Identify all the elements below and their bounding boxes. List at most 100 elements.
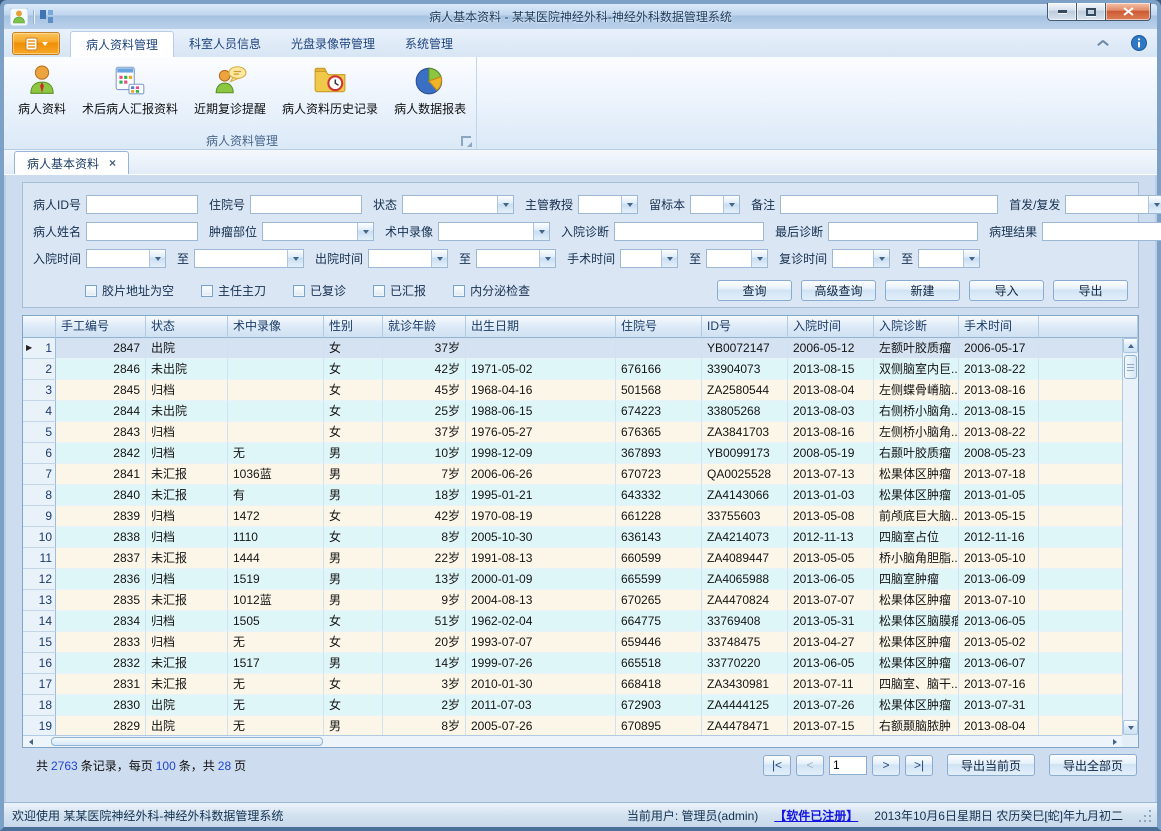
cell-id-no[interactable]: 33755603 [702, 506, 788, 527]
row-header[interactable]: ▶1 [23, 338, 56, 359]
cell-status[interactable]: 未汇报 [146, 590, 228, 611]
cell-birth-date[interactable]: 1970-08-19 [466, 506, 616, 527]
cell-status[interactable]: 归档 [146, 632, 228, 653]
maximize-button[interactable] [1077, 3, 1105, 21]
cell-gender[interactable]: 女 [324, 338, 383, 359]
export-current-page-button[interactable]: 导出当前页 [947, 754, 1035, 776]
cell-status[interactable]: 归档 [146, 569, 228, 590]
cell-id-no[interactable]: 33904073 [702, 359, 788, 380]
cell-birth-date[interactable]: 1962-02-04 [466, 611, 616, 632]
cell-id-no[interactable]: 33748475 [702, 632, 788, 653]
ribbon-button-history-records[interactable]: 病人资料历史记录 [274, 59, 386, 119]
cell-birth-date[interactable]: 2005-07-26 [466, 716, 616, 737]
scroll-up-button[interactable] [1123, 338, 1138, 353]
row-header[interactable]: 7 [23, 464, 56, 485]
import-button[interactable]: 导入 [969, 280, 1044, 301]
column-header-inpatient-no[interactable]: 住院号 [616, 316, 702, 338]
dropdown-arrow-icon[interactable] [287, 250, 303, 267]
cell-intraop-video[interactable] [228, 422, 324, 443]
tab-close-icon[interactable]: × [109, 157, 116, 169]
cell-surgery-date[interactable]: 2013-08-04 [959, 716, 1039, 737]
cell-birth-date[interactable]: 1999-07-26 [466, 653, 616, 674]
table-row[interactable]: 12 2836 归档 1519 男 13岁 2000-01-09 665599 … [23, 569, 1138, 590]
cell-visit-age[interactable]: 13岁 [383, 569, 466, 590]
row-header[interactable]: 18 [23, 695, 56, 716]
cell-gender[interactable]: 男 [324, 485, 383, 506]
cell-surgery-date[interactable]: 2013-08-22 [959, 422, 1039, 443]
pager-prev-button[interactable]: < [796, 755, 824, 776]
table-row[interactable]: 18 2830 出院 无 女 2岁 2011-07-03 672903 ZA44… [23, 695, 1138, 716]
cell-admission-date[interactable]: 2013-05-08 [788, 506, 874, 527]
cell-surgery-date[interactable]: 2012-11-16 [959, 527, 1039, 548]
row-header[interactable]: 6 [23, 443, 56, 464]
patient-id-input[interactable] [86, 195, 198, 214]
dropdown-arrow-icon[interactable] [1148, 196, 1161, 213]
ribbon-button-patient-info[interactable]: 病人资料 [10, 59, 74, 119]
cell-manual-no[interactable]: 2831 [56, 674, 146, 695]
cell-manual-no[interactable]: 2833 [56, 632, 146, 653]
ribbon-button-postop-report-data[interactable]: 术后病人汇报资料 [74, 59, 186, 119]
cell-inpatient-no[interactable]: 661228 [616, 506, 702, 527]
dropdown-arrow-icon[interactable] [661, 250, 677, 267]
cell-manual-no[interactable]: 2842 [56, 443, 146, 464]
column-header-manual-no[interactable]: 手工编号 [56, 316, 146, 338]
minimize-button[interactable] [1047, 3, 1077, 21]
cell-manual-no[interactable]: 2847 [56, 338, 146, 359]
table-row[interactable]: 5 2843 归档 女 37岁 1976-05-27 676365 ZA3841… [23, 422, 1138, 443]
checkbox-film-address-empty[interactable]: 胶片地址为空 [85, 282, 174, 299]
dropdown-arrow-icon[interactable] [873, 250, 889, 267]
cell-admission-date[interactable]: 2013-05-31 [788, 611, 874, 632]
cell-visit-age[interactable]: 42岁 [383, 359, 466, 380]
cell-gender[interactable]: 男 [324, 548, 383, 569]
admission-time-to-combo[interactable] [194, 249, 304, 268]
cell-id-no[interactable]: ZA3430981 [702, 674, 788, 695]
cell-admission-diagnosis[interactable]: 双侧脑室内巨... [874, 359, 959, 380]
cell-birth-date[interactable]: 1991-08-13 [466, 548, 616, 569]
cell-admission-date[interactable]: 2013-08-16 [788, 422, 874, 443]
row-header[interactable]: 8 [23, 485, 56, 506]
cell-manual-no[interactable]: 2845 [56, 380, 146, 401]
cell-intraop-video[interactable]: 1110 [228, 527, 324, 548]
pathology-result-input[interactable] [1042, 222, 1161, 241]
column-header-id-no[interactable]: ID号 [702, 316, 788, 338]
cell-inpatient-no[interactable]: 672903 [616, 695, 702, 716]
table-row[interactable]: ▶1 2847 出院 女 37岁 YB0072147 2006-05-12 左额… [23, 338, 1138, 359]
cell-inpatient-no[interactable]: 670895 [616, 716, 702, 737]
cell-status[interactable]: 归档 [146, 611, 228, 632]
cell-admission-diagnosis[interactable]: 右侧桥小脑角... [874, 401, 959, 422]
table-row[interactable]: 8 2840 未汇报 有 男 18岁 1995-01-21 643332 ZA4… [23, 485, 1138, 506]
cell-admission-date[interactable]: 2013-06-05 [788, 569, 874, 590]
cell-surgery-date[interactable]: 2013-07-10 [959, 590, 1039, 611]
table-row[interactable]: 4 2844 未出院 女 25岁 1988-06-15 674223 33805… [23, 401, 1138, 422]
row-header[interactable]: 2 [23, 359, 56, 380]
column-header-admission-diagnosis[interactable]: 入院诊断 [874, 316, 959, 338]
cell-inpatient-no[interactable]: 676166 [616, 359, 702, 380]
cell-intraop-video[interactable]: 有 [228, 485, 324, 506]
scroll-left-button[interactable] [24, 737, 37, 747]
tab-system-management[interactable]: 系统管理 [390, 31, 468, 57]
cell-admission-date[interactable]: 2013-06-05 [788, 653, 874, 674]
cell-inpatient-no[interactable]: 501568 [616, 380, 702, 401]
cell-intraop-video[interactable] [228, 359, 324, 380]
cell-intraop-video[interactable]: 无 [228, 443, 324, 464]
cell-birth-date[interactable]: 1988-06-15 [466, 401, 616, 422]
cell-admission-diagnosis[interactable]: 松果体区肿瘤 [874, 464, 959, 485]
cell-intraop-video[interactable]: 无 [228, 716, 324, 737]
cell-intraop-video[interactable]: 1472 [228, 506, 324, 527]
cell-visit-age[interactable]: 37岁 [383, 338, 466, 359]
dropdown-arrow-icon[interactable] [533, 223, 549, 240]
cell-admission-date[interactable]: 2013-08-04 [788, 380, 874, 401]
professor-combo[interactable] [578, 195, 638, 214]
export-all-pages-button[interactable]: 导出全部页 [1049, 754, 1137, 776]
status-combo[interactable] [402, 195, 514, 214]
cell-inpatient-no[interactable]: 668418 [616, 674, 702, 695]
cell-visit-age[interactable]: 2岁 [383, 695, 466, 716]
cell-inpatient-no[interactable]: 643332 [616, 485, 702, 506]
cell-admission-diagnosis[interactable]: 松果体区肿瘤 [874, 590, 959, 611]
cell-status[interactable]: 未出院 [146, 401, 228, 422]
cell-admission-date[interactable]: 2008-05-19 [788, 443, 874, 464]
row-header[interactable]: 19 [23, 716, 56, 737]
cell-visit-age[interactable]: 18岁 [383, 485, 466, 506]
admission-time-from-combo[interactable] [86, 249, 166, 268]
cell-status[interactable]: 未汇报 [146, 464, 228, 485]
